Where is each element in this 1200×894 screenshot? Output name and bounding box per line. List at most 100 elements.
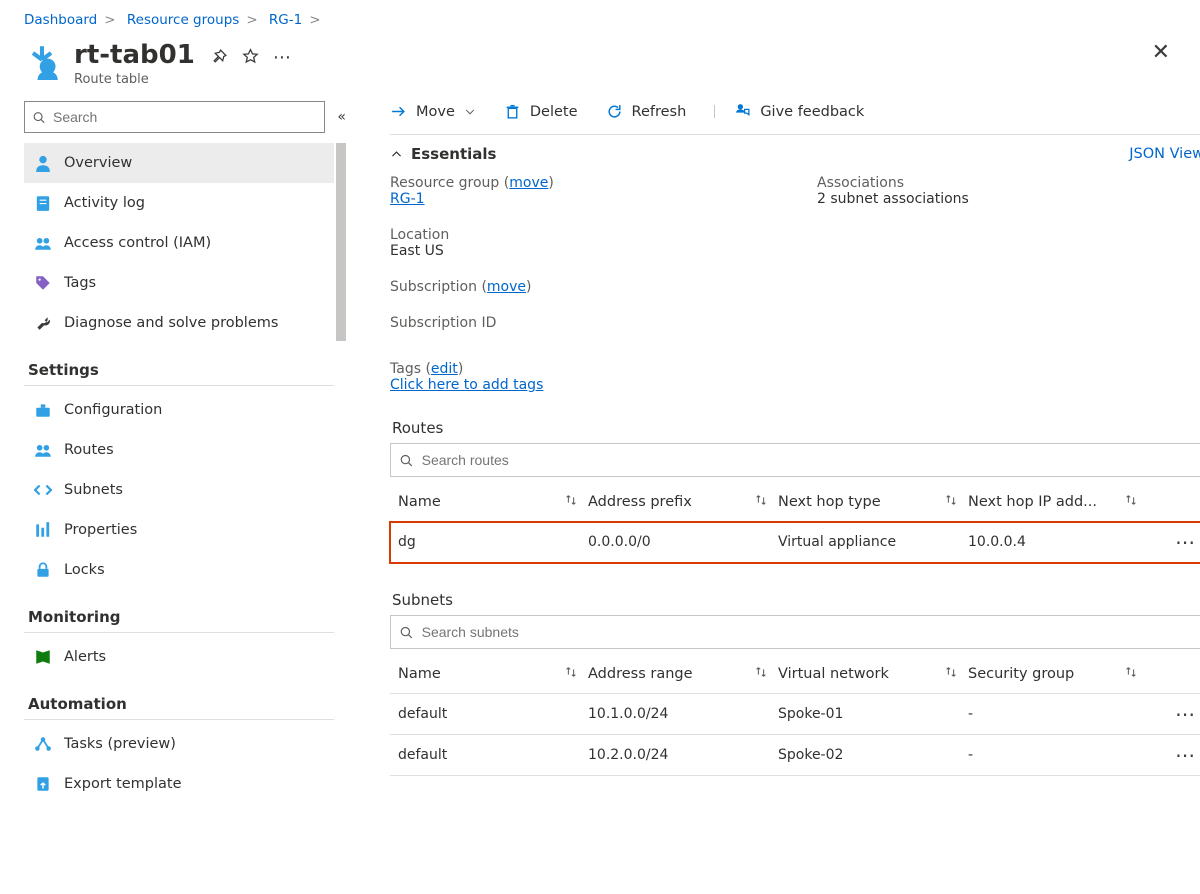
- search-icon: [399, 453, 414, 468]
- sidebar-item-overview[interactable]: Overview: [24, 143, 334, 183]
- sub-move-link[interactable]: move: [487, 279, 526, 295]
- subnets-search-input[interactable]: [420, 623, 1195, 641]
- sidebar-item-routes[interactable]: Routes: [24, 430, 334, 470]
- routes-col-ip[interactable]: Next hop IP add...: [968, 493, 1148, 511]
- route-name: dg: [398, 534, 588, 550]
- ess-val-location: East US: [390, 243, 444, 259]
- sort-icon: [754, 493, 768, 511]
- routes-col-prefix[interactable]: Address prefix: [588, 493, 778, 511]
- crumb-dashboard[interactable]: Dashboard: [24, 12, 97, 28]
- crumb-resource-groups[interactable]: Resource groups: [127, 12, 239, 28]
- subnet-range: 10.2.0.0/24: [588, 747, 778, 763]
- subnets-icon: [34, 481, 52, 499]
- iam-icon: [34, 234, 52, 252]
- routes-col-name[interactable]: Name: [398, 493, 588, 511]
- route-table-icon: [24, 44, 60, 80]
- routes-heading: Routes: [392, 419, 1200, 437]
- ess-key-tags: Tags (edit): [390, 361, 463, 377]
- sidebar-item-tasks[interactable]: Tasks (preview): [24, 724, 334, 764]
- sort-icon: [944, 665, 958, 683]
- rg-move-link[interactable]: move: [509, 175, 548, 191]
- routes-icon: [34, 441, 52, 459]
- feedback-button[interactable]: Give feedback: [714, 103, 864, 120]
- subnets-heading: Subnets: [392, 591, 1200, 609]
- ess-key-location: Location: [390, 227, 449, 243]
- ess-val-assoc: 2 subnet associations: [817, 191, 969, 207]
- refresh-icon: [606, 103, 623, 120]
- route-ip: 10.0.0.4: [968, 534, 1148, 550]
- refresh-button[interactable]: Refresh: [606, 103, 687, 120]
- sidebar-item-subnets[interactable]: Subnets: [24, 470, 334, 510]
- search-icon: [399, 625, 414, 640]
- json-view-link[interactable]: JSON View: [1129, 146, 1200, 162]
- subnet-row-actions[interactable]: ⋯: [1148, 710, 1196, 718]
- add-tags-link[interactable]: Click here to add tags: [390, 377, 543, 393]
- favorite-button[interactable]: [242, 48, 259, 69]
- subnet-vnet: Spoke-02: [778, 747, 968, 763]
- locks-icon: [34, 561, 52, 579]
- subnets-col-range[interactable]: Address range: [588, 665, 778, 683]
- resource-group-link[interactable]: RG-1: [390, 191, 425, 207]
- sidebar-item-alerts[interactable]: Alerts: [24, 637, 334, 677]
- subnet-range: 10.1.0.0/24: [588, 706, 778, 722]
- sidebar-item-configuration[interactable]: Configuration: [24, 390, 334, 430]
- sidebar-item-activity-log[interactable]: Activity log: [24, 183, 334, 223]
- close-blade-button[interactable]: ✕: [1146, 40, 1176, 66]
- collapse-menu-button[interactable]: «: [337, 109, 346, 125]
- tasks-icon: [34, 735, 52, 753]
- subnet-row[interactable]: default 10.2.0.0/24 Spoke-02 - ⋯: [390, 735, 1200, 776]
- delete-button[interactable]: Delete: [504, 103, 578, 120]
- chevron-up-icon: [390, 148, 403, 161]
- sidebar-item-tags[interactable]: Tags: [24, 263, 334, 303]
- subnets-col-name[interactable]: Name: [398, 665, 588, 683]
- subnet-row-actions[interactable]: ⋯: [1148, 751, 1196, 759]
- feedback-icon: [734, 103, 751, 120]
- alerts-icon: [34, 648, 52, 666]
- sidebar-search[interactable]: [24, 101, 325, 133]
- ess-key-rg: Resource group (move): [390, 175, 554, 191]
- sidebar-item-locks[interactable]: Locks: [24, 550, 334, 590]
- crumb-rg-1[interactable]: RG-1: [269, 12, 302, 28]
- overview-icon: [34, 154, 52, 172]
- sort-icon: [564, 493, 578, 511]
- arrow-right-icon: [390, 103, 407, 120]
- ess-key-sid: Subscription ID: [390, 315, 496, 331]
- subnet-vnet: Spoke-01: [778, 706, 968, 722]
- sidebar-item-iam[interactable]: Access control (IAM): [24, 223, 334, 263]
- breadcrumb: Dashboard> Resource groups> RG-1>: [24, 12, 1176, 28]
- pin-button[interactable]: [211, 48, 228, 69]
- subnet-row[interactable]: default 10.1.0.0/24 Spoke-01 - ⋯: [390, 694, 1200, 735]
- subnets-col-sg[interactable]: Security group: [968, 665, 1148, 683]
- sidebar-item-diagnose[interactable]: Diagnose and solve problems: [24, 303, 334, 343]
- sidebar-search-input[interactable]: [51, 108, 317, 126]
- sidebar-heading-automation: Automation: [24, 677, 334, 720]
- subnets-search[interactable]: [390, 615, 1200, 649]
- activity-log-icon: [34, 194, 52, 212]
- route-row-actions[interactable]: ⋯: [1148, 538, 1196, 546]
- diagnose-icon: [34, 314, 52, 332]
- routes-search[interactable]: [390, 443, 1200, 477]
- sidebar-item-export-template[interactable]: Export template: [24, 764, 334, 804]
- ess-key-subscription: Subscription (move): [390, 279, 532, 295]
- tags-edit-link[interactable]: edit: [431, 361, 458, 377]
- sort-icon: [944, 493, 958, 511]
- routes-search-input[interactable]: [420, 451, 1195, 469]
- move-button[interactable]: Move: [390, 103, 476, 120]
- trash-icon: [504, 103, 521, 120]
- sidebar-heading-settings: Settings: [24, 343, 334, 386]
- route-row[interactable]: dg 0.0.0.0/0 Virtual appliance 10.0.0.4 …: [390, 522, 1200, 563]
- ess-key-assoc: Associations: [817, 175, 904, 191]
- tags-icon: [34, 274, 52, 292]
- sort-icon: [754, 665, 768, 683]
- sidebar-heading-monitoring: Monitoring: [24, 590, 334, 633]
- sort-icon: [1124, 493, 1138, 511]
- configuration-icon: [34, 401, 52, 419]
- essentials-toggle[interactable]: Essentials: [390, 145, 496, 163]
- subnet-name: default: [398, 747, 588, 763]
- chevron-down-icon: [464, 103, 476, 120]
- route-hop: Virtual appliance: [778, 534, 968, 550]
- routes-col-hop[interactable]: Next hop type: [778, 493, 968, 511]
- subnets-col-vnet[interactable]: Virtual network: [778, 665, 968, 683]
- subnet-name: default: [398, 706, 588, 722]
- sidebar-item-properties[interactable]: Properties: [24, 510, 334, 550]
